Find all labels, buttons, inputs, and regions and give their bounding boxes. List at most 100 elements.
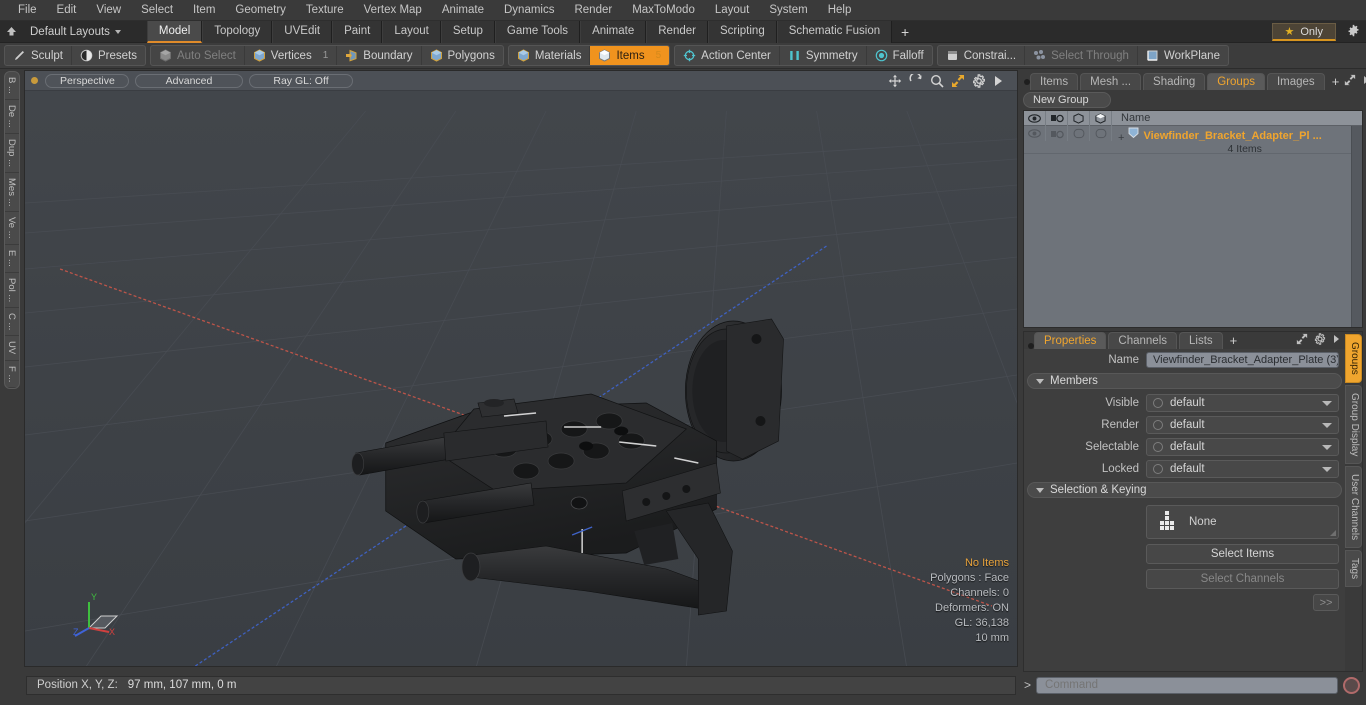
left-tab-basic[interactable]: B ... (5, 72, 19, 100)
group-item-list[interactable]: Name + Viewfinder_Bracket_Adapter_Pl ...… (1023, 110, 1363, 328)
menu-item-system[interactable]: System (759, 0, 817, 21)
properties-tab-channels[interactable]: Channels (1108, 332, 1178, 349)
tab-paint[interactable]: Paint (332, 20, 383, 43)
right-tab-groups[interactable]: Groups (1207, 73, 1265, 90)
left-tab-vertex[interactable]: Ve ... (5, 212, 19, 245)
section-members[interactable]: Members (1027, 373, 1342, 389)
column-shaded-icon[interactable] (1090, 110, 1112, 126)
left-tab-curve[interactable]: C ... (5, 308, 19, 337)
right-tab-mesh[interactable]: Mesh ... (1080, 73, 1142, 90)
vtab-user-channels[interactable]: User Channels (1345, 466, 1362, 549)
menu-item-view[interactable]: View (86, 0, 131, 21)
properties-tab-add-button[interactable]: + (1225, 332, 1243, 349)
rotate-icon[interactable] (909, 71, 923, 88)
locked-dropdown[interactable]: default (1146, 460, 1339, 478)
toolbar-symmetry-button[interactable]: Symmetry (780, 46, 867, 65)
row-eye-toggle[interactable] (1024, 126, 1046, 141)
toolbar-vertices-button[interactable]: Vertices 1 (245, 46, 338, 65)
only-toggle-button[interactable]: ★ Only (1271, 23, 1336, 41)
row-shaded-toggle[interactable] (1090, 126, 1112, 141)
gear-icon[interactable] (1340, 24, 1366, 40)
play-arrow-icon[interactable] (993, 74, 1007, 88)
menu-item-dynamics[interactable]: Dynamics (494, 0, 564, 21)
3d-viewport[interactable]: Perspective Advanced Ray GL: Off No Item… (24, 70, 1018, 667)
toolbar-materials-button[interactable]: Materials (509, 46, 591, 65)
left-tab-deform[interactable]: De ... (5, 100, 19, 134)
section-selection-keying[interactable]: Selection & Keying (1027, 482, 1342, 498)
toolbar-items-button[interactable]: Items 5 (590, 46, 670, 65)
left-tab-polygon[interactable]: Pol ... (5, 273, 19, 308)
menu-item-layout[interactable]: Layout (705, 0, 760, 21)
menu-item-render[interactable]: Render (564, 0, 622, 21)
menu-item-texture[interactable]: Texture (296, 0, 354, 21)
expander-plus-icon[interactable]: + (1118, 132, 1124, 144)
toolbar-boundary-button[interactable]: Boundary (337, 46, 422, 65)
menu-item-select[interactable]: Select (131, 0, 183, 21)
right-tab-add-button[interactable]: + (1327, 73, 1345, 90)
item-list-empty-area[interactable] (1024, 154, 1362, 327)
add-tab-button[interactable]: + (892, 21, 918, 43)
toolbar-auto-select-button[interactable]: Auto Select (151, 46, 245, 65)
keying-set-box[interactable]: None (1146, 505, 1339, 539)
select-items-button[interactable]: Select Items (1146, 544, 1339, 564)
viewport-projection-dropdown[interactable]: Perspective (45, 73, 129, 88)
visible-dropdown[interactable]: default (1146, 394, 1339, 412)
properties-tab-lists[interactable]: Lists (1179, 332, 1223, 349)
maximize-icon[interactable] (951, 74, 965, 88)
right-tab-images[interactable]: Images (1266, 73, 1325, 90)
magnify-icon[interactable] (930, 74, 944, 88)
column-eye-icon[interactable] (1024, 110, 1046, 126)
toolbar-select-through-button[interactable]: Select Through (1025, 46, 1138, 65)
row-name-cell[interactable]: + Viewfinder_Bracket_Adapter_Pl ... 4 It… (1112, 126, 1362, 155)
tab-uvedit[interactable]: UVEdit (272, 20, 333, 43)
gear-icon[interactable] (972, 73, 986, 88)
column-wireframe-icon[interactable] (1068, 110, 1090, 126)
maximize-icon[interactable] (1344, 74, 1356, 89)
new-group-button[interactable]: New Group (1023, 92, 1111, 108)
left-tab-duplicate[interactable]: Dup ... (5, 134, 19, 173)
move-icon[interactable] (888, 74, 902, 88)
toolbar-constraint-button[interactable]: Constrai... (938, 46, 1026, 65)
right-tab-shading[interactable]: Shading (1143, 73, 1206, 90)
maximize-icon[interactable] (1296, 333, 1308, 348)
tab-game-tools[interactable]: Game Tools (494, 20, 581, 43)
left-tab-uv[interactable]: UV (5, 336, 19, 361)
menu-item-item[interactable]: Item (183, 0, 225, 21)
viewport-shading-dropdown[interactable]: Advanced (135, 73, 243, 88)
render-dropdown[interactable]: default (1146, 416, 1339, 434)
row-wireframe-toggle[interactable] (1068, 126, 1090, 141)
tab-scripting[interactable]: Scripting (707, 20, 777, 43)
row-render-toggle[interactable] (1046, 126, 1068, 141)
menu-item-animate[interactable]: Animate (432, 0, 494, 21)
toolbar-polygons-button[interactable]: Polygons (422, 46, 503, 65)
table-row[interactable]: + Viewfinder_Bracket_Adapter_Pl ... 4 It… (1024, 126, 1362, 155)
tab-animate[interactable]: Animate (580, 20, 647, 43)
toolbar-presets-button[interactable]: Presets (72, 46, 145, 65)
vtab-group-display[interactable]: Group Display (1345, 384, 1362, 465)
tab-topology[interactable]: Topology (202, 20, 273, 43)
toolbar-falloff-button[interactable]: Falloff (867, 46, 932, 65)
column-render-icon[interactable] (1046, 110, 1068, 126)
tab-layout[interactable]: Layout (382, 20, 441, 43)
right-tab-items[interactable]: Items (1030, 73, 1079, 90)
viewport-raygl-dropdown[interactable]: Ray GL: Off (249, 73, 353, 88)
menu-item-maxtomodo[interactable]: MaxToModo (622, 0, 705, 21)
tab-setup[interactable]: Setup (440, 20, 495, 43)
chevron-right-icon[interactable] (1362, 75, 1366, 88)
tab-schematic-fusion[interactable]: Schematic Fusion (776, 20, 893, 43)
default-layouts-dropdown[interactable]: Default Layouts (22, 21, 129, 43)
left-tab-fusion[interactable]: F ... (5, 361, 19, 388)
tab-render[interactable]: Render (646, 20, 708, 43)
command-input[interactable] (1036, 676, 1338, 694)
expand-more-button[interactable]: >> (1313, 594, 1339, 611)
properties-tab-properties[interactable]: Properties (1034, 332, 1107, 349)
menu-item-geometry[interactable]: Geometry (225, 0, 296, 21)
toolbar-workplane-button[interactable]: WorkPlane (1138, 46, 1228, 65)
vtab-tags[interactable]: Tags (1345, 550, 1362, 588)
record-led-icon[interactable] (1343, 676, 1360, 694)
resize-grip-icon[interactable] (1330, 530, 1336, 536)
chevron-right-icon[interactable] (1332, 334, 1340, 347)
gear-icon[interactable] (1314, 333, 1326, 348)
menu-item-vertex-map[interactable]: Vertex Map (354, 0, 432, 21)
toolbar-sculpt-button[interactable]: Sculpt (5, 46, 72, 65)
